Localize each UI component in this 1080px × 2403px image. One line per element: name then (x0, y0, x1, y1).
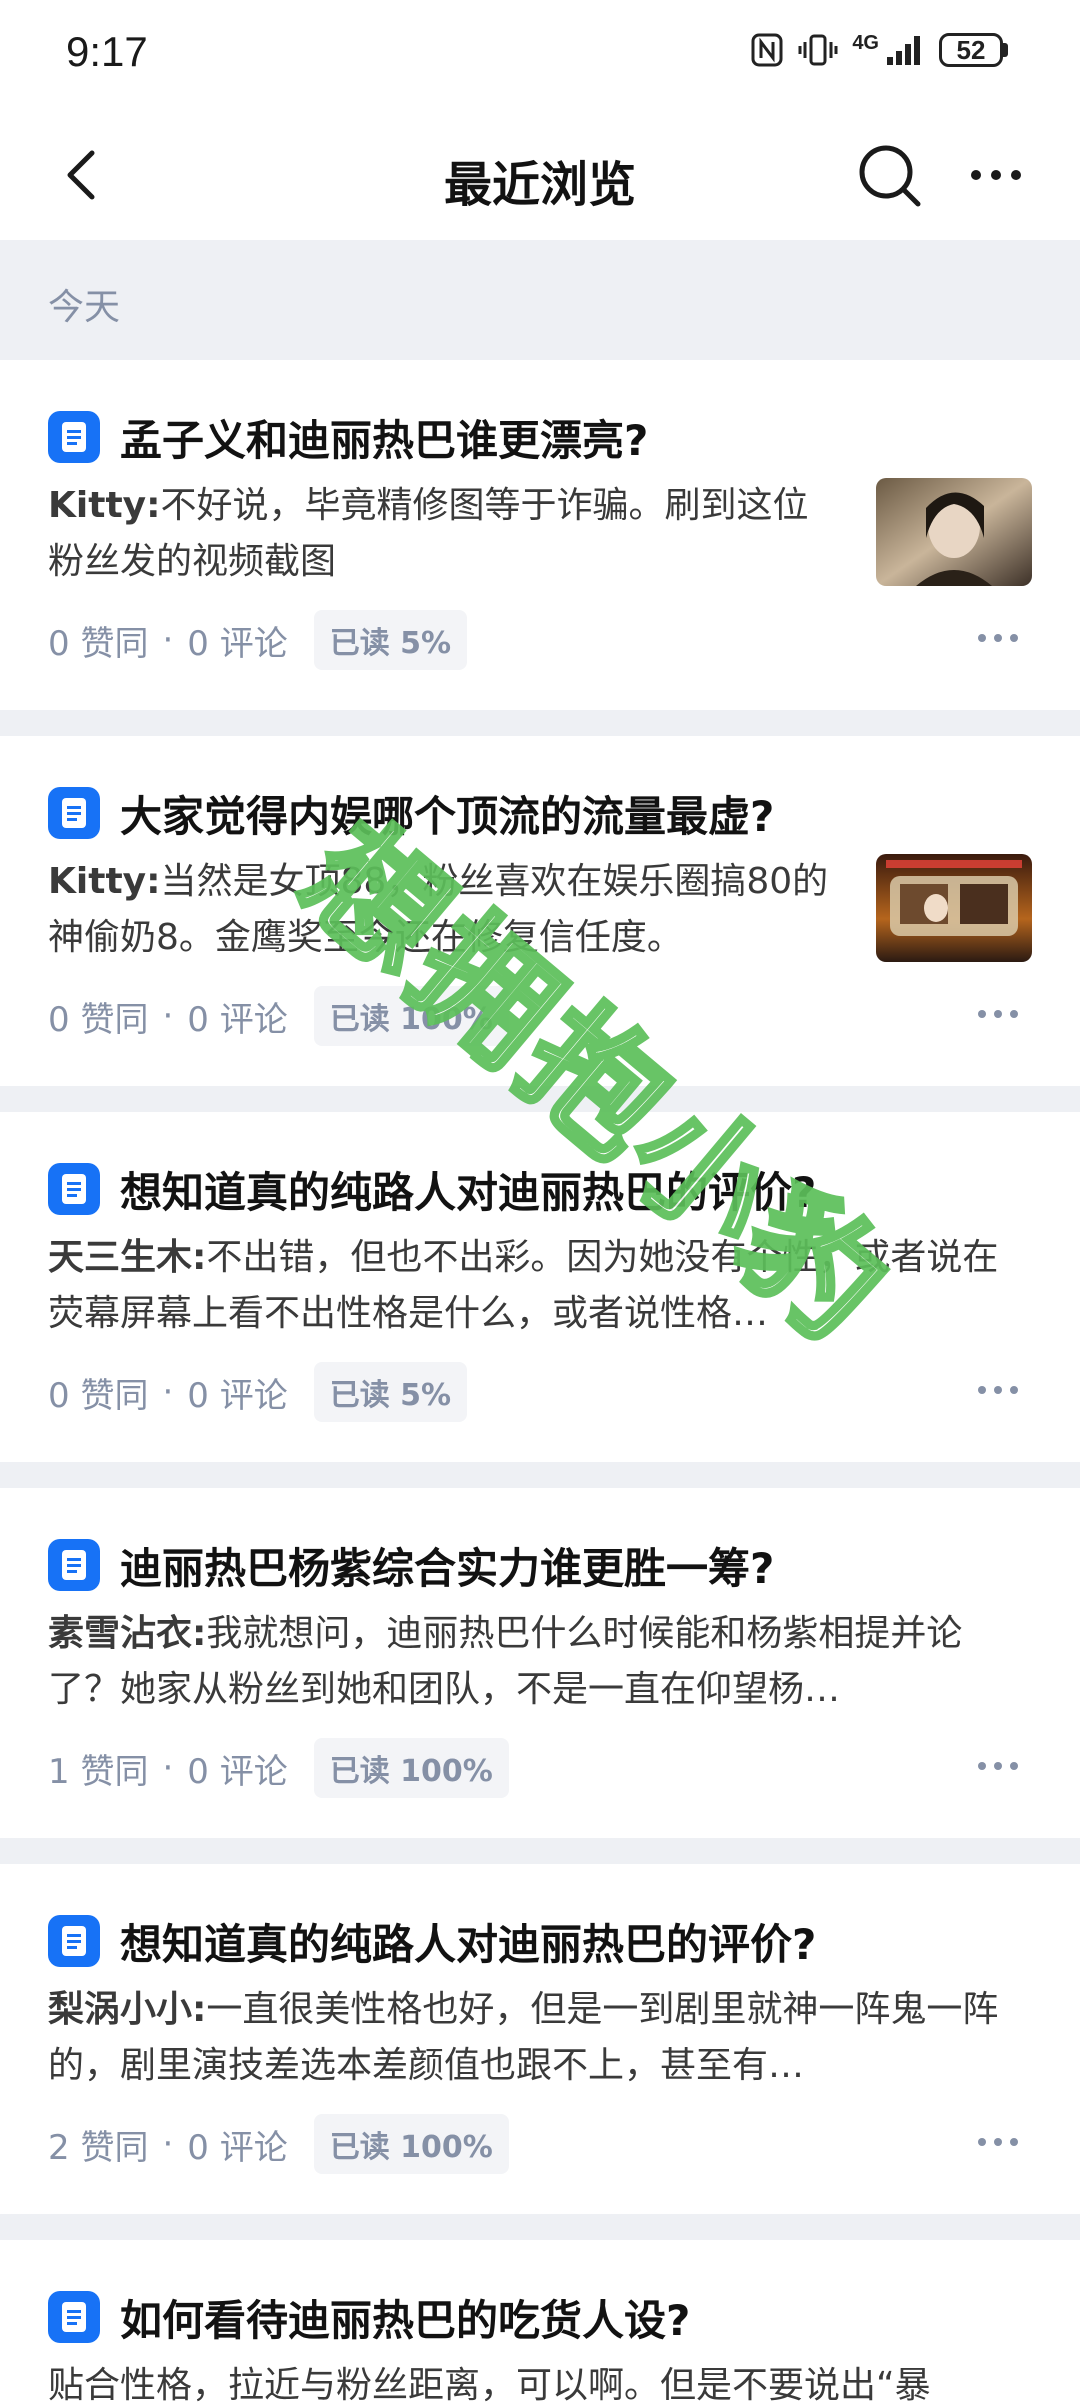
nfc-icon (751, 33, 783, 67)
vibrate-icon (798, 34, 838, 66)
search-icon[interactable] (856, 142, 924, 210)
more-options-icon[interactable] (976, 2130, 1020, 2154)
meta-separator: · (162, 620, 174, 660)
card-excerpt[interactable]: 素雪沾衣:我就想问，迪丽热巴什么时候能和杨紫相提并论了？她家从粉丝到她和团队，不… (48, 1606, 1008, 1718)
more-options-icon[interactable] (976, 1754, 1020, 1778)
section-label-today: 今天 (48, 287, 121, 328)
card-excerpt[interactable]: Kitty:不好说，毕竟精修图等于诈骗。刷到这位粉丝发的视频截图 (48, 478, 838, 590)
excerpt-author: Kitty: (48, 485, 161, 526)
like-count: 1 赞同 (48, 1751, 149, 1792)
excerpt-author: Kitty: (48, 861, 161, 902)
read-progress-badge: 已读 5% (313, 610, 468, 670)
excerpt-author: 梨涡小小: (48, 1989, 207, 2030)
card-title[interactable]: 迪丽热巴杨紫综合实力谁更胜一筹? (120, 1535, 774, 1596)
meta-separator: · (162, 1748, 174, 1788)
card-meta: 0 赞同 · 0 评论 已读 5% (48, 1362, 468, 1422)
like-count: 2 赞同 (48, 2127, 149, 2168)
network-type: 4G (852, 32, 879, 54)
nav-bar: 最近浏览 (0, 115, 1080, 240)
excerpt-text: 不好说，毕竟精修图等于诈骗。刷到这位粉丝发的视频截图 (48, 485, 809, 582)
document-icon (48, 2291, 100, 2343)
card-meta: 1 赞同 · 0 评论 已读 100% (48, 1738, 509, 1798)
like-count: 0 赞同 (48, 1375, 149, 1416)
more-options-icon[interactable] (968, 155, 1024, 195)
more-options-icon[interactable] (976, 626, 1020, 650)
read-progress-badge: 已读 5% (313, 1362, 468, 1422)
history-card[interactable]: 如何看待迪丽热巴的吃货人设? 贴合性格，拉近与粉丝距离，可以啊。但是不要说出“暴 (0, 2240, 1080, 2403)
read-progress-badge: 已读 100% (313, 2114, 509, 2174)
comment-count: 0 评论 (187, 999, 288, 1040)
card-excerpt[interactable]: 贴合性格，拉近与粉丝距离，可以啊。但是不要说出“暴 (48, 2358, 1008, 2403)
thumbnail-image[interactable] (876, 478, 1032, 586)
section-header: 今天 (0, 240, 1080, 360)
signal-icon (887, 36, 920, 65)
card-excerpt[interactable]: 梨涡小小:一直很美性格也好，但是一到剧里就神一阵鬼一阵的，剧里演技差选本差颜值也… (48, 1982, 1008, 2094)
history-card[interactable]: 迪丽热巴杨紫综合实力谁更胜一筹? 素雪沾衣:我就想问，迪丽热巴什么时候能和杨紫相… (0, 1488, 1080, 1838)
meta-separator: · (162, 996, 174, 1036)
comment-count: 0 评论 (187, 623, 288, 664)
document-icon (48, 1163, 100, 1215)
history-card[interactable]: 孟子义和迪丽热巴谁更漂亮? Kitty:不好说，毕竟精修图等于诈骗。刷到这位粉丝… (0, 360, 1080, 710)
like-count: 0 赞同 (48, 623, 149, 664)
battery-icon: 52 (939, 33, 1008, 67)
excerpt-author: 素雪沾衣: (48, 1613, 207, 1654)
status-bar: 9:17 4G 52 (0, 0, 1080, 115)
more-options-icon[interactable] (976, 1002, 1020, 1026)
like-count: 0 赞同 (48, 999, 149, 1040)
document-icon (48, 1539, 100, 1591)
document-icon (48, 411, 100, 463)
meta-separator: · (162, 1372, 174, 1412)
thumbnail-image[interactable] (876, 854, 1032, 962)
card-title[interactable]: 想知道真的纯路人对迪丽热巴的评价? (120, 1911, 816, 1972)
battery-level: 52 (939, 33, 1003, 67)
comment-count: 0 评论 (187, 1375, 288, 1416)
excerpt-text: 贴合性格，拉近与粉丝距离，可以啊。但是不要说出“暴 (48, 2365, 931, 2403)
history-card[interactable]: 想知道真的纯路人对迪丽热巴的评价? 天三生木:不出错，但也不出彩。因为她没有个性… (0, 1112, 1080, 1462)
history-card[interactable]: 想知道真的纯路人对迪丽热巴的评价? 梨涡小小:一直很美性格也好，但是一到剧里就神… (0, 1864, 1080, 2214)
card-title[interactable]: 如何看待迪丽热巴的吃货人设? (120, 2287, 690, 2348)
document-icon (48, 1915, 100, 1967)
status-icons: 4G 52 (750, 32, 1008, 68)
card-title[interactable]: 孟子义和迪丽热巴谁更漂亮? (120, 407, 648, 468)
comment-count: 0 评论 (187, 1751, 288, 1792)
status-time: 9:17 (66, 28, 148, 75)
card-meta: 0 赞同 · 0 评论 已读 5% (48, 610, 468, 670)
excerpt-author: 天三生木: (48, 1237, 207, 1278)
document-icon (48, 787, 100, 839)
card-meta: 2 赞同 · 0 评论 已读 100% (48, 2114, 509, 2174)
more-options-icon[interactable] (976, 1378, 1020, 1402)
meta-separator: · (162, 2124, 174, 2164)
comment-count: 0 评论 (187, 2127, 288, 2168)
read-progress-badge: 已读 100% (313, 1738, 509, 1798)
